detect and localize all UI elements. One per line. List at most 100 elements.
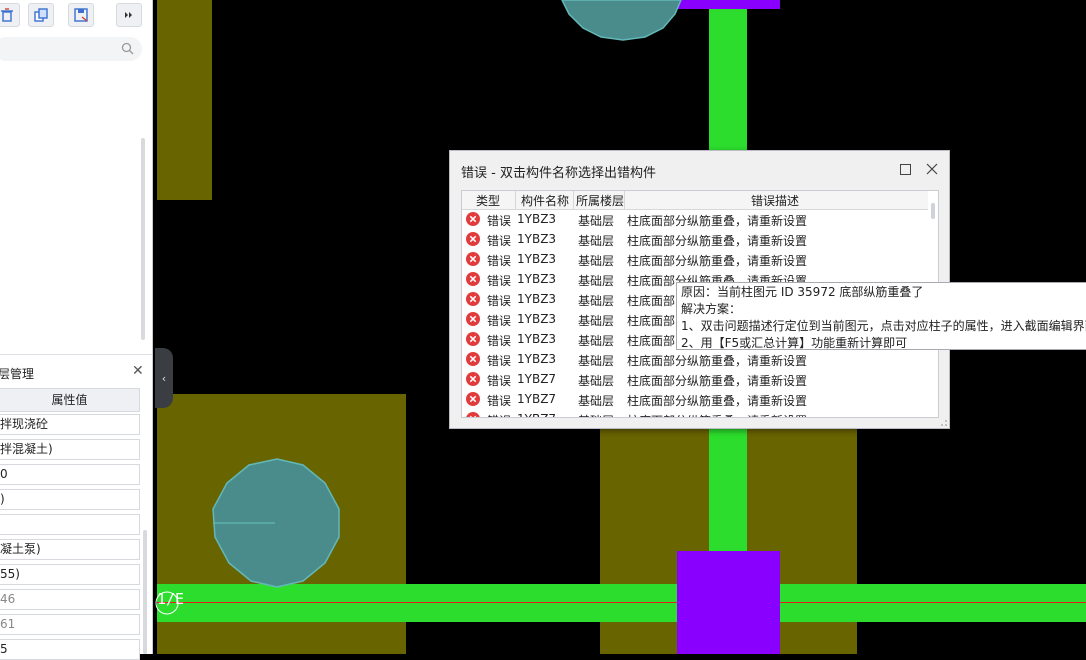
component-name[interactable]: 1YBZ3 (517, 232, 556, 246)
error-type: 错误 (487, 374, 512, 388)
error-description[interactable]: 柱底面部分纵筋重叠，请重新设置 (627, 232, 807, 249)
property-row[interactable]: 46 (0, 589, 140, 610)
error-icon (466, 392, 480, 406)
error-description[interactable]: 柱底面部分纵筋重叠，请重新设置 (627, 372, 807, 389)
error-row[interactable]: 错误 1YBZ7 基础层柱底面部分纵筋重叠，请重新设置 (462, 389, 928, 409)
error-description[interactable]: 柱底面部分纵筋重叠，请重新设置 (627, 252, 807, 269)
error-row[interactable]: 错误1YBZ7基础层柱底面部分纵筋重叠，请重新设置 (462, 409, 928, 417)
close-icon[interactable]: ✕ (132, 363, 144, 379)
more-button[interactable] (116, 3, 142, 27)
column-header-floor[interactable]: 所属楼层 (576, 192, 624, 209)
search-input[interactable] (0, 37, 142, 61)
column-bottom[interactable] (677, 551, 780, 654)
floor-name: 基础层 (578, 254, 615, 268)
component-name[interactable]: 1YBZ7 (517, 372, 556, 386)
column-header-type[interactable]: 类型 (476, 192, 500, 209)
component-name[interactable]: 1YBZ7 (517, 412, 556, 417)
pile-bottom-left[interactable] (207, 455, 347, 593)
maximize-button[interactable] (896, 160, 914, 178)
error-icon (466, 312, 480, 326)
component-name[interactable]: 1YBZ3 (517, 312, 556, 326)
error-icon (466, 212, 480, 226)
property-scrollbar[interactable] (143, 530, 147, 654)
error-icon (466, 332, 480, 346)
column-divider[interactable] (573, 191, 574, 209)
close-icon (926, 163, 938, 175)
error-type: 错误 (487, 314, 512, 328)
error-row[interactable]: 错误 1YBZ3 基础层 柱底面部分纵筋重叠，请重新设置 (462, 209, 928, 229)
column-divider[interactable] (515, 191, 516, 209)
error-description[interactable]: 柱底面部分纵筋重叠，请重新设置 (627, 412, 807, 417)
error-description[interactable]: 柱底面部 (627, 312, 675, 329)
save-as-button[interactable] (68, 3, 94, 27)
component-name[interactable]: 1YBZ3 (517, 292, 556, 306)
floor-name: 基础层 (578, 394, 615, 408)
tooltip-step-1: 1、双击问题描述行定位到当前图元，点击对应柱子的属性，进入截面编辑界面 (681, 319, 1086, 333)
scrollbar-thumb[interactable] (931, 203, 935, 219)
error-type: 错误 (487, 354, 512, 368)
floor-name: 基础层 (578, 234, 615, 248)
error-row[interactable]: 错误 1YBZ3 基础层 柱底面部分纵筋重叠，请重新设置 (462, 349, 928, 369)
property-row[interactable]: ) (0, 489, 140, 510)
component-name[interactable]: 1YBZ3 (517, 212, 556, 226)
error-description[interactable]: 柱底面部分纵筋重叠，请重新设置 (627, 352, 807, 369)
error-description[interactable]: 柱底面部分纵筋重叠，请重新设置 (627, 392, 807, 409)
chevron-left-icon: ‹ (161, 371, 167, 385)
copy-icon (34, 8, 48, 22)
error-description[interactable]: 柱底面部 (627, 332, 675, 349)
component-name[interactable]: 1YBZ3 (517, 272, 556, 286)
column-divider[interactable] (624, 191, 625, 209)
error-type: 错误 (487, 234, 512, 248)
tree-scrollbar[interactable] (141, 138, 145, 340)
error-type: 错误 (487, 294, 512, 308)
component-name[interactable]: 1YBZ7 (517, 392, 556, 406)
error-description[interactable]: 柱底面部分纵筋重叠，请重新设置 (627, 212, 807, 229)
property-row[interactable]: 5 (0, 639, 140, 660)
search-icon[interactable] (121, 42, 134, 55)
error-icon (466, 252, 480, 266)
property-row[interactable]: 55) (0, 564, 140, 585)
column-header-description[interactable]: 错误描述 (751, 192, 799, 209)
error-description[interactable]: 柱底面部 (627, 292, 675, 309)
pile-top[interactable] (557, 0, 697, 45)
error-icon (466, 372, 480, 386)
floor-name: 基础层 (578, 214, 615, 228)
error-row[interactable]: 错误 1YBZ3 基础层 柱底面部分纵筋重叠，请重新设置 (462, 249, 928, 269)
component-name[interactable]: 1YBZ3 (517, 252, 556, 266)
close-button[interactable] (923, 160, 941, 178)
delete-button[interactable] (0, 3, 20, 27)
property-value-column-header: 属性值 (0, 388, 140, 412)
slab-top-left[interactable] (157, 0, 212, 200)
column-header-name[interactable]: 构件名称 (521, 192, 569, 209)
floor-name: 基础层 (578, 294, 615, 308)
property-row[interactable] (0, 514, 140, 535)
error-type: 错误 (487, 214, 512, 228)
dialog-title: 错误 - 双击构件名称选择出错构件 (461, 166, 656, 181)
error-row[interactable]: 错误 1YBZ7 基础层柱底面部分纵筋重叠，请重新设置 (462, 369, 928, 389)
left-panel: 层管理 ✕ 属性值 拌现浇砼 拌混凝土) 0 ) 凝土泵) 55) 46 61 … (0, 0, 153, 660)
error-icon (466, 272, 480, 286)
property-row[interactable]: 61 (0, 614, 140, 635)
property-row[interactable]: 拌现浇砼 (0, 414, 140, 435)
property-row[interactable]: 拌混凝土) (0, 439, 140, 460)
floor-name: 基础层 (578, 412, 614, 417)
resize-grip-icon[interactable] (939, 418, 947, 426)
more-icon (125, 12, 132, 18)
error-row[interactable]: 错误 1YBZ3 基础层 柱底面部分纵筋重叠，请重新设置 (462, 229, 928, 249)
floor-name: 基础层 (578, 354, 615, 368)
copy-button[interactable] (28, 3, 54, 27)
collapse-panel-button[interactable]: ‹ (155, 348, 173, 408)
component-name[interactable]: 1YBZ3 (517, 352, 556, 366)
axis-line (157, 602, 1086, 603)
error-icon (466, 232, 480, 246)
tooltip-solution-label: 解决方案： (681, 302, 742, 316)
floor-name: 基础层 (578, 374, 615, 388)
tooltip-reason: 原因：当前柱图元 ID 35972 底部纵筋重叠了 (681, 285, 924, 299)
component-name[interactable]: 1YBZ3 (517, 332, 556, 346)
error-type: 错误 (487, 394, 512, 408)
panel-divider (0, 354, 152, 355)
error-tooltip: 原因：当前柱图元 ID 35972 底部纵筋重叠了 解决方案： 1、双击问题描述… (676, 282, 1086, 350)
property-row[interactable]: 凝土泵) (0, 539, 140, 560)
error-type: 错误 (487, 274, 512, 288)
property-row[interactable]: 0 (0, 464, 140, 485)
